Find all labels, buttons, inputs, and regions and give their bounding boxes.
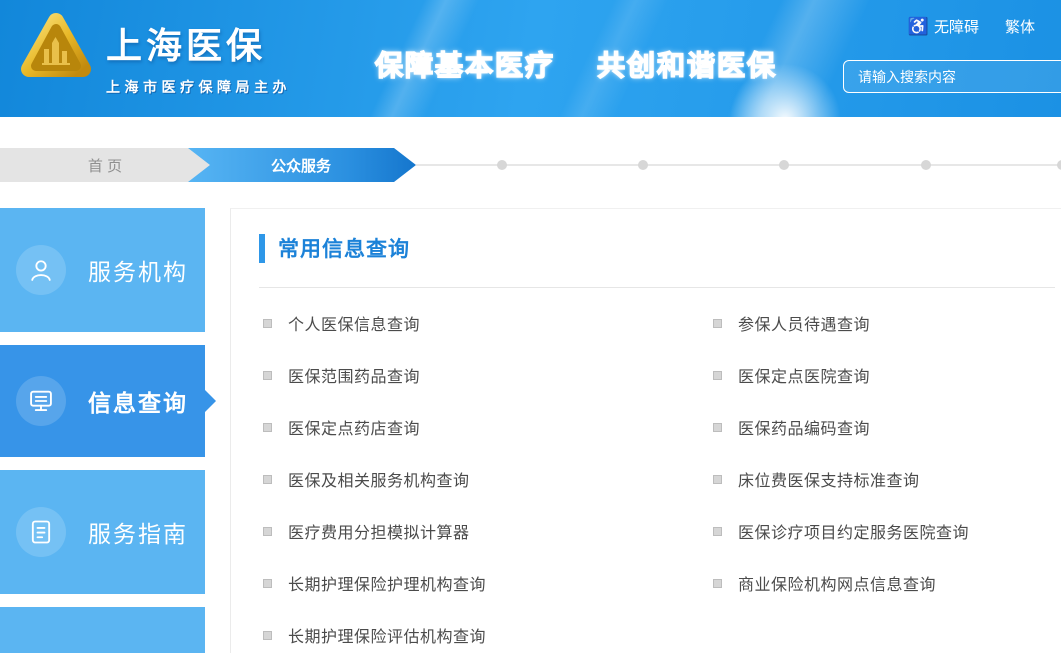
breadcrumb: 首 页 公众服务 — [0, 148, 1061, 182]
slogan-left: 保障基本医疗 — [375, 50, 555, 81]
progress-dot — [638, 160, 648, 170]
square-bullet-icon — [263, 475, 272, 484]
query-link[interactable]: 长期护理保险护理机构查询 — [288, 571, 486, 595]
section-header: 常用信息查询 — [259, 233, 410, 263]
query-link[interactable]: 床位费医保支持标准查询 — [738, 467, 920, 491]
monitor-icon — [16, 376, 66, 426]
main-panel: 常用信息查询 个人医保信息查询 医保范围药品查询 医保定点药店查询 医保及相关服… — [230, 208, 1061, 653]
breadcrumb-current[interactable]: 公众服务 — [186, 148, 416, 182]
query-links-left-column: 个人医保信息查询 医保范围药品查询 医保定点药店查询 医保及相关服务机构查询 医… — [263, 297, 486, 653]
list-item: 参保人员待遇查询 — [713, 297, 969, 349]
document-icon — [16, 507, 66, 557]
square-bullet-icon — [263, 579, 272, 588]
person-icon — [16, 245, 66, 295]
query-link[interactable]: 长期护理保险评估机构查询 — [288, 623, 486, 647]
search-input[interactable] — [843, 60, 1061, 93]
list-item: 个人医保信息查询 — [263, 297, 486, 349]
slogan-right: 共创和谐医保 — [597, 50, 777, 81]
square-bullet-icon — [263, 319, 272, 328]
header-slogan: 保障基本医疗 共创和谐医保 — [375, 44, 777, 84]
sidebar-item-service-guide[interactable]: 服务指南 — [0, 470, 205, 594]
query-link[interactable]: 医保范围药品查询 — [288, 363, 420, 387]
square-bullet-icon — [263, 527, 272, 536]
list-item: 医保药品编码查询 — [713, 401, 969, 453]
query-link[interactable]: 个人医保信息查询 — [288, 311, 420, 335]
square-bullet-icon — [713, 371, 722, 380]
site-title: 上海医保 — [106, 17, 291, 69]
section-divider — [259, 287, 1055, 288]
query-link[interactable]: 医疗费用分担模拟计算器 — [288, 519, 470, 543]
page: 上海医保 上海市医疗保障局主办 保障基本医疗 共创和谐医保 ♿ 无障碍 繁体 首 页… — [0, 0, 1061, 653]
square-bullet-icon — [713, 423, 722, 432]
sidebar-item-label: 信息查询 — [88, 384, 188, 418]
sidebar-item-service-orgs[interactable]: 服务机构 — [0, 208, 205, 332]
progress-dot — [921, 160, 931, 170]
list-item: 医保及相关服务机构查询 — [263, 453, 486, 505]
list-item: 床位费医保支持标准查询 — [713, 453, 969, 505]
sidebar-item-info-query[interactable]: 信息查询 — [0, 345, 205, 457]
list-item: 医保定点药店查询 — [263, 401, 486, 453]
square-bullet-icon — [713, 579, 722, 588]
section-accent-bar — [259, 234, 265, 263]
list-item: 医保诊疗项目约定服务医院查询 — [713, 505, 969, 557]
progress-dot — [497, 160, 507, 170]
square-bullet-icon — [263, 371, 272, 380]
query-link[interactable]: 商业保险机构网点信息查询 — [738, 571, 936, 595]
list-item: 长期护理保险评估机构查询 — [263, 609, 486, 653]
list-item: 医保定点医院查询 — [713, 349, 969, 401]
square-bullet-icon — [263, 631, 272, 640]
square-bullet-icon — [713, 319, 722, 328]
list-item: 医保范围药品查询 — [263, 349, 486, 401]
site-header: 上海医保 上海市医疗保障局主办 保障基本医疗 共创和谐医保 ♿ 无障碍 繁体 — [0, 0, 1061, 117]
query-link[interactable]: 参保人员待遇查询 — [738, 311, 870, 335]
traditional-chinese-link[interactable]: 繁体 — [1005, 16, 1035, 37]
wheelchair-icon: ♿ — [908, 18, 929, 35]
breadcrumb-home[interactable]: 首 页 — [0, 148, 210, 182]
list-item: 医疗费用分担模拟计算器 — [263, 505, 486, 557]
query-link[interactable]: 医保定点药店查询 — [288, 415, 420, 439]
list-item: 商业保险机构网点信息查询 — [713, 557, 969, 609]
breadcrumb-progress-line — [416, 164, 1061, 166]
square-bullet-icon — [263, 423, 272, 432]
accessibility-label: 无障碍 — [934, 16, 979, 37]
site-subtitle: 上海市医疗保障局主办 — [106, 77, 291, 97]
list-item: 长期护理保险护理机构查询 — [263, 557, 486, 609]
query-link[interactable]: 医保定点医院查询 — [738, 363, 870, 387]
square-bullet-icon — [713, 475, 722, 484]
square-bullet-icon — [713, 527, 722, 536]
accessibility-link[interactable]: ♿ 无障碍 — [908, 16, 979, 37]
query-link[interactable]: 医保及相关服务机构查询 — [288, 467, 470, 491]
header-top-links: ♿ 无障碍 繁体 — [908, 16, 1035, 37]
progress-dot — [1057, 160, 1061, 170]
sidebar-item-partial[interactable] — [0, 607, 205, 653]
query-link[interactable]: 医保药品编码查询 — [738, 415, 870, 439]
logo-block: 上海医保 上海市医疗保障局主办 — [16, 9, 291, 97]
shanghai-yibao-logo-icon — [16, 9, 96, 91]
query-links-right-column: 参保人员待遇查询 医保定点医院查询 医保药品编码查询 床位费医保支持标准查询 医… — [713, 297, 969, 609]
progress-dot — [779, 160, 789, 170]
sidebar-item-label: 服务机构 — [88, 253, 188, 287]
sidebar-item-label: 服务指南 — [88, 515, 188, 549]
query-link[interactable]: 医保诊疗项目约定服务医院查询 — [738, 519, 969, 543]
section-title: 常用信息查询 — [278, 233, 410, 263]
